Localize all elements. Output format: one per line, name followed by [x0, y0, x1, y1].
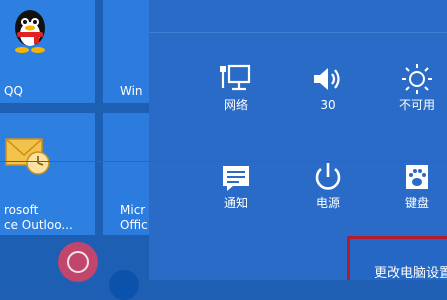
tile-qq-label: QQ — [4, 84, 23, 98]
power-button[interactable]: 电源 — [293, 160, 363, 210]
network-icon — [220, 64, 251, 91]
tile-qq[interactable]: QQ — [0, 0, 95, 103]
tile-outlook[interactable]: rosoft ce Outloo... — [0, 113, 95, 235]
speaker-volume-icon — [314, 68, 340, 90]
keyboard-ime-paw-icon — [406, 165, 428, 189]
volume-label: 30 — [320, 98, 336, 112]
notifications-label: 通知 — [223, 196, 248, 210]
brightness-button[interactable]: 不可用 — [382, 62, 447, 112]
tile-office[interactable]: Micr Offic — [103, 113, 155, 235]
network-label: 网络 — [223, 98, 248, 112]
qq-penguin-icon — [15, 10, 45, 53]
keyboard-label: 键盘 — [404, 196, 429, 210]
power-label: 电源 — [315, 196, 340, 210]
brightness-label: 不可用 — [398, 98, 435, 112]
tile-win-label: Win — [120, 84, 143, 98]
change-pc-settings-label: 更改电脑设置 — [374, 266, 447, 281]
tile-office-label-line1: Micr — [120, 203, 146, 217]
taskbar-circle-button[interactable] — [109, 270, 139, 300]
brightness-sun-icon — [402, 64, 432, 94]
notifications-button[interactable]: 通知 — [201, 160, 271, 210]
start-ring-icon — [67, 251, 89, 273]
change-pc-settings-link[interactable]: 更改电脑设置 — [347, 236, 447, 281]
tile-outlook-label-line2: ce Outloo... — [4, 218, 73, 232]
start-button[interactable] — [58, 242, 98, 282]
outlook-envelope-icon — [5, 138, 50, 175]
tile-office-label-line2: Offic — [120, 218, 148, 232]
panel-divider — [149, 32, 447, 33]
red-annotation-line — [0, 161, 447, 162]
tile-win[interactable]: Win — [103, 0, 155, 103]
volume-button[interactable]: 30 — [293, 62, 363, 112]
network-button[interactable]: 网络 — [201, 62, 271, 112]
notification-message-icon — [223, 166, 249, 191]
keyboard-button[interactable]: 键盘 — [382, 160, 447, 210]
power-icon — [315, 163, 341, 190]
tile-outlook-label-line1: rosoft — [4, 203, 39, 217]
